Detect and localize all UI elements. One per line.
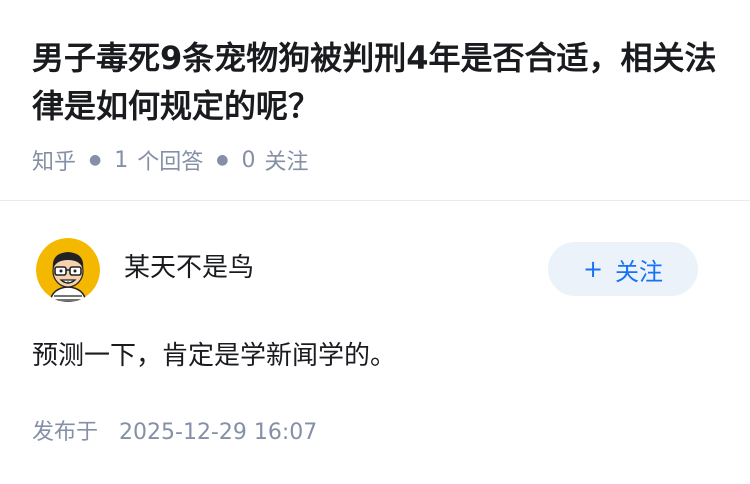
follow-author-button[interactable]: + 关注 bbox=[548, 242, 698, 296]
publish-label: 发布于 bbox=[32, 420, 99, 445]
publish-timestamp: 2025-12-29 16:07 bbox=[119, 420, 318, 445]
author-name[interactable]: 某天不是鸟 bbox=[124, 250, 254, 286]
answer-page: 男子毒死9条宠物狗被判刑4年是否合适，相关法律是如何规定的呢？ 知乎 ● 1 个… bbox=[0, 0, 750, 484]
question-title[interactable]: 男子毒死9条宠物狗被判刑4年是否合适，相关法律是如何规定的呢？ bbox=[32, 34, 722, 130]
answer-content: 预测一下，肯定是学新闻学的。 bbox=[32, 341, 397, 371]
publish-time: 发布于 2025-12-29 16:07 bbox=[32, 417, 317, 449]
answers-count: 1 bbox=[114, 147, 129, 173]
separator-dot: ● bbox=[216, 152, 229, 168]
separator-dot: ● bbox=[89, 152, 102, 168]
followers-count: 0 bbox=[241, 147, 256, 173]
follow-button-label: 关注 bbox=[615, 257, 664, 286]
section-divider bbox=[0, 200, 750, 201]
question-header: 男子毒死9条宠物狗被判刑4年是否合适，相关法律是如何规定的呢？ 知乎 ● 1 个… bbox=[0, 0, 750, 200]
followers-label: 关注 bbox=[264, 150, 309, 175]
question-meta: 知乎 ● 1 个回答 ● 0 关注 bbox=[32, 143, 308, 177]
site-name[interactable]: 知乎 bbox=[32, 144, 76, 176]
answers-label[interactable]: 个回答 bbox=[137, 144, 203, 176]
author-avatar[interactable] bbox=[36, 238, 100, 302]
plus-icon: + bbox=[582, 255, 604, 283]
cartoon-avatar-glasses-icon bbox=[36, 238, 100, 302]
